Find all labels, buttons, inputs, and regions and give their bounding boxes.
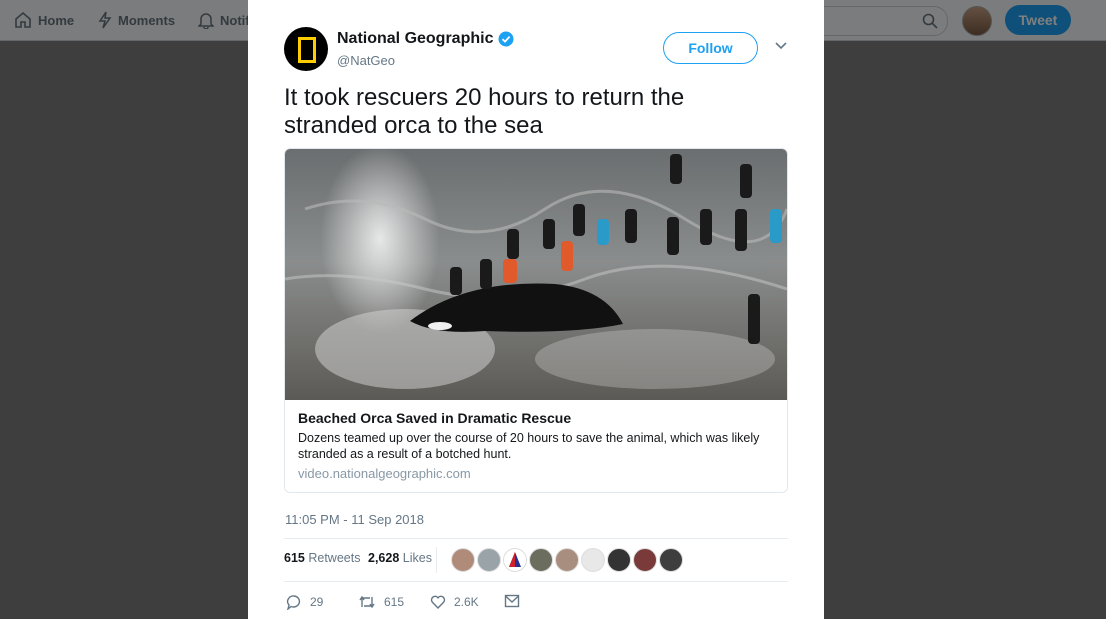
likes-count: 2,628	[368, 551, 400, 565]
retweet-count: 615	[384, 595, 405, 609]
engagement-stats: 615 Retweets 2,628 Likes	[284, 538, 788, 582]
natgeo-logo-avatar[interactable]	[284, 27, 328, 71]
like-action[interactable]: 2.6K	[430, 594, 479, 610]
like-count: 2.6K	[454, 595, 479, 609]
card-image-orca-rescue[interactable]	[285, 149, 787, 400]
sail-icon	[509, 552, 521, 567]
message-icon	[504, 594, 520, 608]
retweets-count: 615	[284, 551, 305, 565]
avatar[interactable]	[581, 548, 605, 572]
tweet-text: It took rescuers 20 hours to return the …	[284, 84, 685, 139]
retweets-stat[interactable]: 615 Retweets	[284, 551, 360, 565]
natgeo-yellow-frame	[298, 37, 316, 63]
tweet-modal: National Geographic @NatGeo Follow It to…	[248, 0, 824, 619]
tweet-timestamp[interactable]: 11:05 PM - 11 Sep 2018	[285, 512, 424, 527]
card-title[interactable]: Beached Orca Saved in Dramatic Rescue	[298, 410, 571, 426]
author-handle[interactable]: @NatGeo	[337, 53, 395, 68]
tweet-actions: 29 615 2.6K	[284, 590, 788, 616]
stats-divider	[436, 547, 437, 573]
reply-count: 29	[310, 595, 324, 609]
follow-button[interactable]: Follow	[663, 32, 758, 64]
chevron-down-icon[interactable]	[775, 42, 787, 50]
verified-icon	[498, 31, 514, 47]
likes-label: Likes	[402, 551, 432, 565]
author-name-row[interactable]: National Geographic	[337, 30, 514, 48]
avatar[interactable]	[503, 548, 527, 572]
avatar[interactable]	[477, 548, 501, 572]
avatar[interactable]	[451, 548, 475, 572]
retweets-label: Retweets	[308, 551, 361, 565]
avatar[interactable]	[633, 548, 657, 572]
reply-icon	[286, 595, 301, 610]
message-action[interactable]	[504, 594, 528, 608]
avatar[interactable]	[555, 548, 579, 572]
avatar[interactable]	[529, 548, 553, 572]
retweet-action[interactable]: 615	[358, 594, 404, 610]
author-name[interactable]: National Geographic	[337, 30, 493, 48]
heart-icon	[430, 595, 446, 610]
card-domain[interactable]: video.nationalgeographic.com	[298, 466, 471, 481]
likes-stat[interactable]: 2,628 Likes	[368, 551, 432, 565]
retweet-icon	[359, 595, 375, 609]
card-description: Dozens teamed up over the course of 20 h…	[298, 431, 760, 461]
reply-action[interactable]: 29	[286, 594, 323, 610]
link-card[interactable]: Beached Orca Saved in Dramatic Rescue Do…	[284, 148, 788, 493]
avatar[interactable]	[607, 548, 631, 572]
avatar[interactable]	[659, 548, 683, 572]
